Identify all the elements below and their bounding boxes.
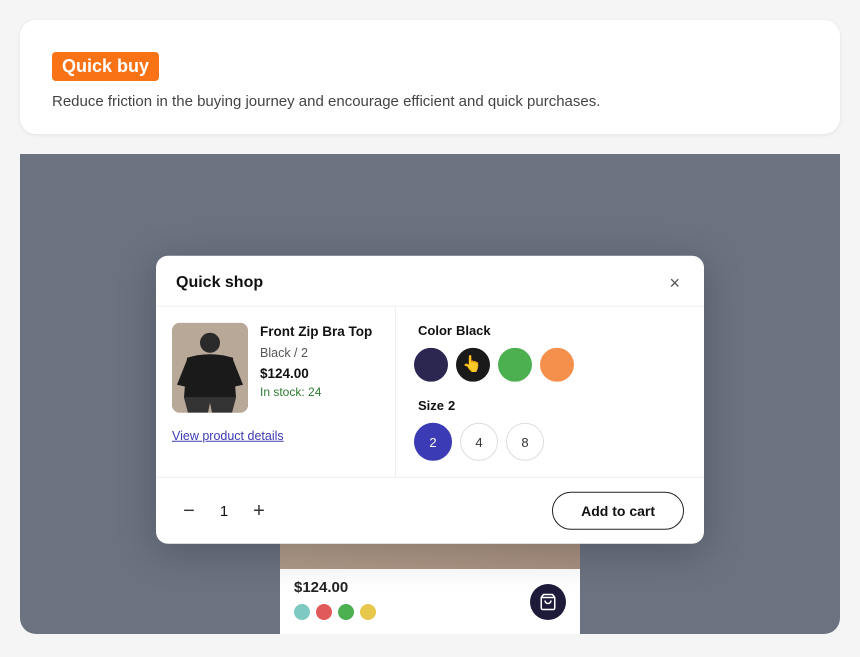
- product-stock: In stock: 24: [260, 385, 379, 399]
- size-btn-8[interactable]: 8: [506, 423, 544, 461]
- modal-left: Front Zip Bra Top Black / 2 $124.00 In s…: [156, 307, 396, 477]
- product-thumbnail: [172, 323, 248, 413]
- color-dot-green: [338, 604, 354, 620]
- cart-icon: [539, 593, 557, 611]
- close-button[interactable]: ×: [665, 272, 684, 294]
- view-product-details-link[interactable]: View product details: [172, 429, 379, 443]
- swatch-black[interactable]: 👆: [456, 348, 490, 382]
- modal-right: Color Black 👆 Size 2 2 4 8: [396, 307, 704, 477]
- color-dots-row: [294, 604, 566, 620]
- quick-shop-modal: Quick shop ×: [156, 256, 704, 544]
- cart-icon-btn[interactable]: [530, 584, 566, 620]
- feature-description: Reduce friction in the buying journey an…: [52, 93, 808, 110]
- product-price: $124.00: [260, 366, 379, 381]
- quantity-control: − 1 +: [176, 498, 272, 524]
- add-to-cart-button[interactable]: Add to cart: [552, 492, 684, 530]
- product-variant: Black / 2: [260, 346, 379, 360]
- product-name: Front Zip Bra Top: [260, 323, 379, 342]
- size-btn-4[interactable]: 4: [460, 423, 498, 461]
- product-image-svg: [172, 323, 248, 413]
- size-label-text: Size: [418, 398, 444, 413]
- swatch-dark-navy[interactable]: [414, 348, 448, 382]
- size-selected-value: 2: [448, 398, 455, 413]
- color-swatches: 👆: [414, 348, 686, 382]
- swatch-orange[interactable]: [540, 348, 574, 382]
- modal-title: Quick shop: [176, 274, 263, 292]
- product-info-row: Front Zip Bra Top Black / 2 $124.00 In s…: [172, 323, 379, 413]
- quantity-plus-button[interactable]: +: [246, 498, 272, 524]
- size-btn-2[interactable]: 2: [414, 423, 452, 461]
- swatch-green[interactable]: [498, 348, 532, 382]
- quantity-value: 1: [214, 502, 234, 519]
- bg-price: $124.00: [294, 579, 566, 596]
- size-buttons: 2 4 8: [414, 423, 686, 461]
- modal-footer: − 1 + Add to cart: [156, 477, 704, 544]
- modal-body: Front Zip Bra Top Black / 2 $124.00 In s…: [156, 307, 704, 477]
- demo-area: $124.00 Quick shop ×: [20, 154, 840, 634]
- color-label: Color Black: [414, 323, 686, 338]
- color-selected-value: Black: [456, 323, 491, 338]
- product-thumb-image: [172, 323, 248, 413]
- color-dot-yellow: [360, 604, 376, 620]
- cursor-icon: 👆: [462, 354, 482, 374]
- product-details: Front Zip Bra Top Black / 2 $124.00 In s…: [260, 323, 379, 399]
- bg-product-bottom: $124.00: [280, 569, 580, 634]
- feature-card: Quick buy Reduce friction in the buying …: [20, 20, 840, 134]
- modal-header: Quick shop ×: [156, 256, 704, 307]
- color-label-text: Color: [418, 323, 452, 338]
- size-label: Size 2: [414, 398, 686, 413]
- color-dot-red: [316, 604, 332, 620]
- feature-title: Quick buy: [52, 52, 159, 81]
- quantity-minus-button[interactable]: −: [176, 498, 202, 524]
- color-dot-teal: [294, 604, 310, 620]
